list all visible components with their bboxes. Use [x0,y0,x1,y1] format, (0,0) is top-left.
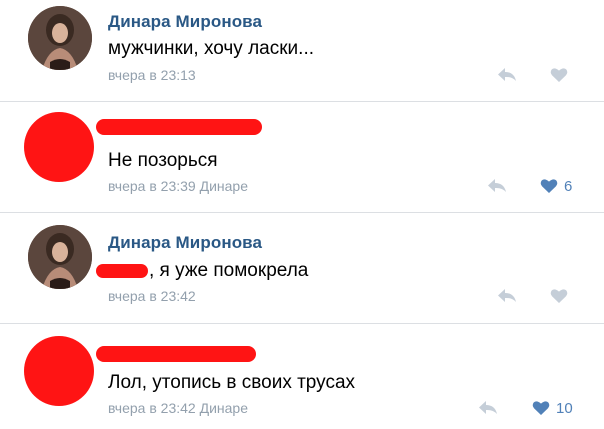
like-count: 6 [564,177,573,195]
author-redacted[interactable] [96,119,262,135]
avatar[interactable] [28,225,92,289]
comment-text: , я уже помокрела [96,260,309,282]
comment-timestamp: вчера в 23:13 [108,67,196,83]
comment-item: Лол, утопись в своих трусах вчера в 23:4… [0,324,604,429]
comment-timestamp: вчера в 23:42 Динаре [108,400,248,416]
reply-arrow-icon [488,179,506,192]
reply-button[interactable] [497,67,519,85]
heart-icon [532,401,550,415]
comment-text: Не позорься [108,150,218,171]
comment-item: Динара Миронова мужчинки, хочу ласки... … [0,0,604,110]
heart-icon [550,289,568,303]
reply-arrow-icon [479,401,497,414]
comment-author[interactable]: Динара Миронова [108,233,262,253]
reply-arrow-icon [498,289,516,302]
comment-text: Лол, утопись в своих трусах [108,372,356,393]
author-redacted[interactable] [96,346,256,362]
comment-thread: Динара Миронова мужчинки, хочу ласки... … [0,0,604,429]
like-button[interactable]: 6 [540,177,572,195]
reply-to-link[interactable]: Динаре [200,400,248,416]
comment-author[interactable]: Динара Миронова [108,12,262,32]
heart-icon [550,68,568,82]
comment-item: Не позорься вчера в 23:39 Динаре 6 [0,102,604,212]
comment-text-content: , я уже помокрела [149,260,309,281]
comment-time: вчера в 23:13 [108,67,196,83]
like-button[interactable]: 10 [532,399,573,417]
reply-arrow-icon [498,68,516,81]
comment-time: вчера в 23:42 [108,288,196,304]
avatar-redacted[interactable] [24,336,94,406]
reply-button[interactable] [497,288,519,306]
comment-item: Динара Миронова , я уже помокрела вчера … [0,213,604,323]
avatar-redacted[interactable] [24,112,94,182]
reply-to-link[interactable]: Динаре [200,178,248,194]
comment-text: мужчинки, хочу ласки... [108,38,315,59]
mention-redacted[interactable] [96,263,148,278]
heart-icon [540,179,558,193]
avatar[interactable] [28,6,92,70]
like-count: 10 [556,399,573,417]
reply-button[interactable] [487,178,509,196]
reply-button[interactable] [478,400,500,418]
comment-timestamp: вчера в 23:39 Динаре [108,178,248,194]
like-button[interactable] [550,287,568,305]
like-button[interactable] [550,66,568,84]
comment-time: вчера в 23:39 [108,178,196,194]
comment-timestamp: вчера в 23:42 [108,288,196,304]
comment-time: вчера в 23:42 [108,400,196,416]
